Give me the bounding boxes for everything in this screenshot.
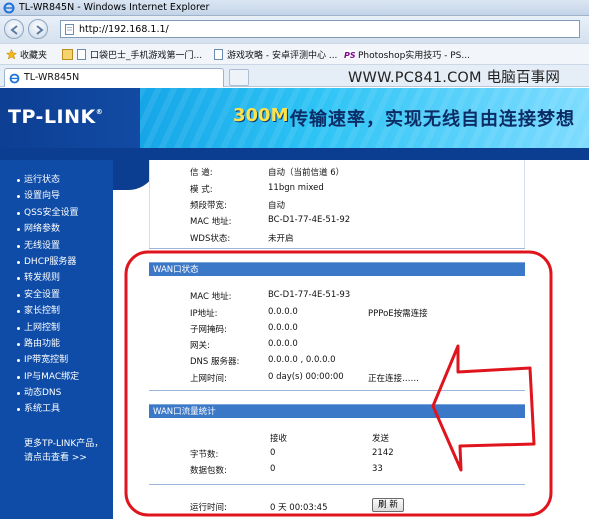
site-watermark: WWW.PC841.COM 电脑百事网 bbox=[348, 70, 561, 86]
sidebar-item[interactable]: 设置向导 bbox=[17, 188, 79, 204]
forward-button[interactable] bbox=[28, 19, 48, 39]
traffic-col-receive: 接收 bbox=[270, 434, 288, 444]
favorite-link-label: 游戏攻略 - 安卓评测中心 ... bbox=[227, 51, 338, 61]
section-divider bbox=[149, 390, 525, 391]
sidebar-item[interactable]: IP与MAC绑定 bbox=[17, 369, 79, 385]
sidebar-item[interactable]: 路由功能 bbox=[17, 336, 79, 352]
banner-slogan: 传输速率，实现无线自由连接梦想 bbox=[290, 109, 575, 130]
favorite-link-label: Photoshop实用技巧 - PS... bbox=[358, 51, 470, 61]
sidebar-item[interactable]: DHCP服务器 bbox=[17, 254, 79, 270]
sidebar-item[interactable]: 转发规则 bbox=[17, 270, 79, 286]
section-divider bbox=[149, 484, 525, 485]
sidebar-item[interactable]: 动态DNS bbox=[17, 385, 79, 401]
back-arrow-icon bbox=[10, 25, 18, 35]
favorite-link-3[interactable]: PS Photoshop实用技巧 - PS... bbox=[344, 48, 470, 62]
page-icon bbox=[214, 49, 223, 60]
router-header: TP-LINK® 300M 传输速率，实现无线自由连接梦想 bbox=[0, 88, 589, 148]
wan-connecting-status: 正在连接…… bbox=[368, 374, 420, 384]
favorites-button[interactable]: 收藏夹 bbox=[6, 48, 47, 62]
navigation-bar: http://192.168.1.1/ bbox=[0, 16, 589, 43]
wan-status-header: WAN口状态 bbox=[149, 262, 525, 276]
sidebar-item[interactable]: IP带宽控制 bbox=[17, 352, 79, 368]
sidebar-item[interactable]: 运行状态 bbox=[17, 172, 79, 188]
sidebar-item[interactable]: QSS安全设置 bbox=[17, 205, 79, 221]
traffic-col-send: 发送 bbox=[372, 434, 390, 444]
favorites-label: 收藏夹 bbox=[20, 51, 48, 61]
photoshop-icon: PS bbox=[344, 50, 355, 60]
back-button[interactable] bbox=[4, 19, 24, 39]
favorites-bar: 收藏夹 口袋巴士_手机游戏第一门... 游戏攻略 - 安卓评测中心 ... PS… bbox=[0, 43, 589, 65]
add-favorite-icon bbox=[62, 49, 73, 60]
section-divider bbox=[149, 248, 525, 249]
tab-title: TL-WR845N bbox=[24, 72, 80, 83]
banner-speed: 300M bbox=[233, 105, 289, 126]
window-titlebar: TL-WR845N - Windows Internet Explorer bbox=[0, 0, 589, 16]
sidebar-item[interactable]: 安全设置 bbox=[17, 287, 79, 303]
forward-arrow-icon bbox=[36, 25, 44, 35]
internet-explorer-icon bbox=[9, 73, 20, 84]
address-bar[interactable]: http://192.168.1.1/ bbox=[60, 20, 580, 38]
window-title: TL-WR845N - Windows Internet Explorer bbox=[19, 2, 210, 13]
sidebar-menu: 运行状态 设置向导 QSS安全设置 网络参数 无线设置 DHCP服务器 转发规则 安全设置 家长… bbox=[0, 160, 113, 519]
page-icon bbox=[65, 24, 74, 35]
favorite-link-2[interactable]: 游戏攻略 - 安卓评测中心 ... bbox=[213, 48, 337, 62]
address-url: http://192.168.1.1/ bbox=[79, 24, 169, 35]
sidebar-item[interactable]: 无线设置 bbox=[17, 238, 79, 254]
wan-connection-type: PPPoE按需连接 bbox=[368, 309, 428, 319]
internet-explorer-icon bbox=[3, 2, 15, 14]
favorite-link-label: 口袋巴士_手机游戏第一门... bbox=[90, 51, 203, 61]
browser-tab[interactable]: TL-WR845N bbox=[4, 68, 224, 87]
wan-traffic-header: WAN口流量统计 bbox=[149, 404, 525, 418]
header-strip bbox=[0, 148, 589, 160]
refresh-button[interactable]: 刷 新 bbox=[372, 498, 404, 512]
favorite-link-1[interactable]: 口袋巴士_手机游戏第一门... bbox=[62, 48, 202, 62]
more-products-link[interactable]: 更多TP-LINK产品， 请点击查看 >> bbox=[24, 437, 103, 465]
page-icon bbox=[77, 49, 86, 60]
promo-banner: 300M 传输速率，实现无线自由连接梦想 bbox=[140, 88, 589, 148]
sidebar-item[interactable]: 家长控制 bbox=[17, 303, 79, 319]
sidebar-item[interactable]: 网络参数 bbox=[17, 221, 79, 237]
tplink-logo: TP-LINK® bbox=[8, 106, 104, 128]
star-icon bbox=[6, 49, 17, 60]
new-tab-button[interactable] bbox=[229, 69, 249, 86]
sidebar-item[interactable]: 系统工具 bbox=[17, 401, 79, 417]
sidebar-item[interactable]: 上网控制 bbox=[17, 320, 79, 336]
svg-text:PS: PS bbox=[344, 51, 355, 60]
